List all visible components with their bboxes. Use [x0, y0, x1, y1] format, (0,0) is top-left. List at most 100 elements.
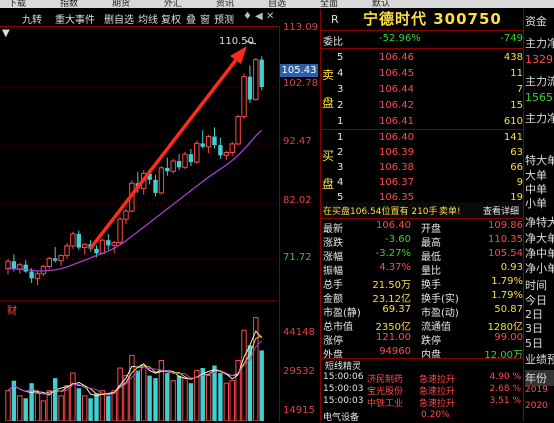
bid-row[interactable]: 4 106.37 9 — [321, 175, 523, 191]
current-price-tag: 105.43 — [280, 64, 318, 77]
ask-row[interactable]: 1 106.41 610 — [321, 114, 523, 130]
tool-forecast[interactable]: 预测 — [214, 11, 234, 26]
volume-bar — [99, 390, 106, 421]
stat-row: 涨跌 -3.60 最高 110.35 — [321, 233, 523, 249]
candle — [64, 243, 70, 259]
candle — [259, 56, 264, 91]
close-icon[interactable]: ✕ — [266, 11, 274, 22]
bid-row[interactable]: 3 106.38 66 — [321, 160, 523, 176]
volume-bar — [88, 398, 93, 421]
stat-value: 121.00 — [376, 332, 411, 343]
candle — [205, 134, 212, 154]
stat-value: 50.87 — [494, 304, 523, 315]
side-item[interactable]: 2020 — [525, 401, 548, 411]
menu-item-watchlist[interactable]: 自选 — [268, 0, 286, 8]
bid-volume: 66 — [510, 162, 523, 173]
side-item[interactable]: 主力净 — [525, 35, 554, 51]
side-item[interactable]: 业绩预 — [525, 351, 554, 367]
side-item[interactable]: 主力净 — [525, 110, 554, 126]
menu-item-futures[interactable]: 期货 — [112, 0, 130, 8]
menu-item-news[interactable]: 资讯 — [216, 0, 234, 8]
ask-volume: 11 — [510, 68, 523, 79]
trend-arrow-icon — [88, 46, 247, 251]
volume-bars — [5, 317, 264, 421]
side-item[interactable]: 净特大 — [525, 214, 554, 230]
side-item[interactable]: 净中单 — [525, 245, 554, 261]
candle — [46, 256, 52, 269]
ask-row[interactable]: 4 106.45 11 — [321, 66, 523, 82]
volume-bar — [58, 395, 64, 421]
play-icon[interactable]: ◀ — [255, 11, 263, 22]
side-item[interactable]: 净大单 — [525, 230, 554, 246]
candle — [106, 233, 111, 250]
stat-value: -3.60 — [385, 234, 411, 245]
ask-row[interactable]: 3 106.44 7 — [321, 82, 523, 98]
bid-row[interactable]: 2 106.39 63 — [321, 145, 523, 161]
menu-item-download[interactable]: 下载 — [8, 0, 26, 8]
stat-value: 1.79% — [491, 276, 523, 287]
news-item[interactable]: 15:00:06 济民制药 急速拉升 4.90 % — [321, 372, 523, 385]
candle — [170, 158, 176, 174]
volume-bar — [106, 395, 111, 421]
stat-value: -3.27% — [375, 248, 411, 259]
menu-item-index[interactable]: 指数 — [60, 0, 78, 8]
bell-icon[interactable]: ♦ — [243, 11, 252, 22]
stat-row: 振幅 4.37% 量比 0.93 — [321, 261, 523, 277]
stock-title: R 宁德时代 300750 — [321, 9, 523, 30]
candle — [99, 238, 106, 255]
candle — [117, 216, 123, 245]
side-item[interactable]: 年份 — [525, 370, 554, 386]
stat-row: 涨幅 -3.27% 最低 105.54 — [321, 247, 523, 263]
stat-value: 110.35 — [488, 234, 523, 245]
news-item[interactable]: 15:00:03 中铁工业 急速拉升 3.51 % — [321, 396, 523, 409]
ask-price: 106.46 — [379, 52, 414, 63]
quote-panel: R 宁德时代 300750 委比 -52.96% -749 卖盘 5 106.4… — [320, 9, 523, 423]
volume-bar — [259, 350, 264, 421]
side-item[interactable]: 净小单 — [525, 260, 554, 276]
tool-major-events[interactable]: 重大事件 — [55, 11, 95, 26]
volume-bar — [82, 395, 88, 421]
candle — [76, 230, 81, 250]
news-item[interactable]: 15:00:03 宝光股份 急速拉升 2.68 % — [321, 384, 523, 397]
side-item[interactable]: 特大单 — [525, 152, 554, 168]
ask-row[interactable]: 2 106.42 15 — [321, 98, 523, 114]
tool-overlay[interactable]: 叠 — [186, 11, 196, 26]
candle — [218, 137, 223, 159]
side-item[interactable]: 时间 — [525, 277, 547, 293]
tool-ma[interactable]: 均线 — [138, 11, 158, 26]
side-item[interactable]: 2019 — [525, 385, 548, 395]
ask-level: 4 — [337, 68, 344, 79]
capital-flow-panel: 资金主力净13292主力流15652主力净特大单大单中单小单净特大净大单净中单净… — [523, 9, 554, 421]
volume-bar — [205, 375, 212, 421]
candle — [53, 247, 58, 263]
volume-bar — [212, 365, 217, 421]
candle — [223, 150, 230, 160]
tool-jiuzhuan[interactable]: 九转 — [22, 11, 42, 26]
bid-price: 106.40 — [379, 132, 414, 143]
menu-item-default[interactable]: 默认 — [372, 0, 390, 8]
candle — [247, 65, 253, 103]
kline-chart[interactable]: 110.50 财 ▼ — [0, 26, 278, 421]
side-item[interactable]: 3日 — [525, 320, 543, 336]
volume-bar — [188, 383, 194, 421]
side-item[interactable]: 15652 — [525, 91, 554, 104]
tool-remove-watch[interactable]: 删自选 — [104, 11, 134, 26]
side-item[interactable]: 资金 — [525, 13, 547, 29]
tick-102: 102.78 — [283, 78, 318, 89]
order-notice[interactable]: 在买盘106.54位置有 210手 卖单! 查看详细 — [321, 202, 523, 218]
side-item[interactable]: 小单 — [525, 195, 547, 211]
side-item[interactable]: 主力流 — [525, 73, 554, 89]
menu-item-forex[interactable]: 外汇 — [164, 0, 182, 8]
side-item[interactable]: 13292 — [525, 53, 554, 66]
candle — [194, 140, 200, 164]
menu-item-full[interactable]: 全面 — [320, 0, 338, 8]
ask-level: 3 — [337, 84, 344, 95]
volume-bar — [241, 329, 247, 421]
tool-adjust[interactable]: 复权 — [161, 11, 181, 26]
bid-row[interactable]: 1 106.40 141 — [321, 130, 523, 146]
candle — [212, 127, 217, 149]
tool-window[interactable]: 窗 — [200, 11, 210, 26]
candle — [241, 73, 247, 119]
ask-row[interactable]: 5 106.46 438 — [321, 50, 523, 66]
side-item[interactable]: 5日 — [525, 335, 543, 351]
